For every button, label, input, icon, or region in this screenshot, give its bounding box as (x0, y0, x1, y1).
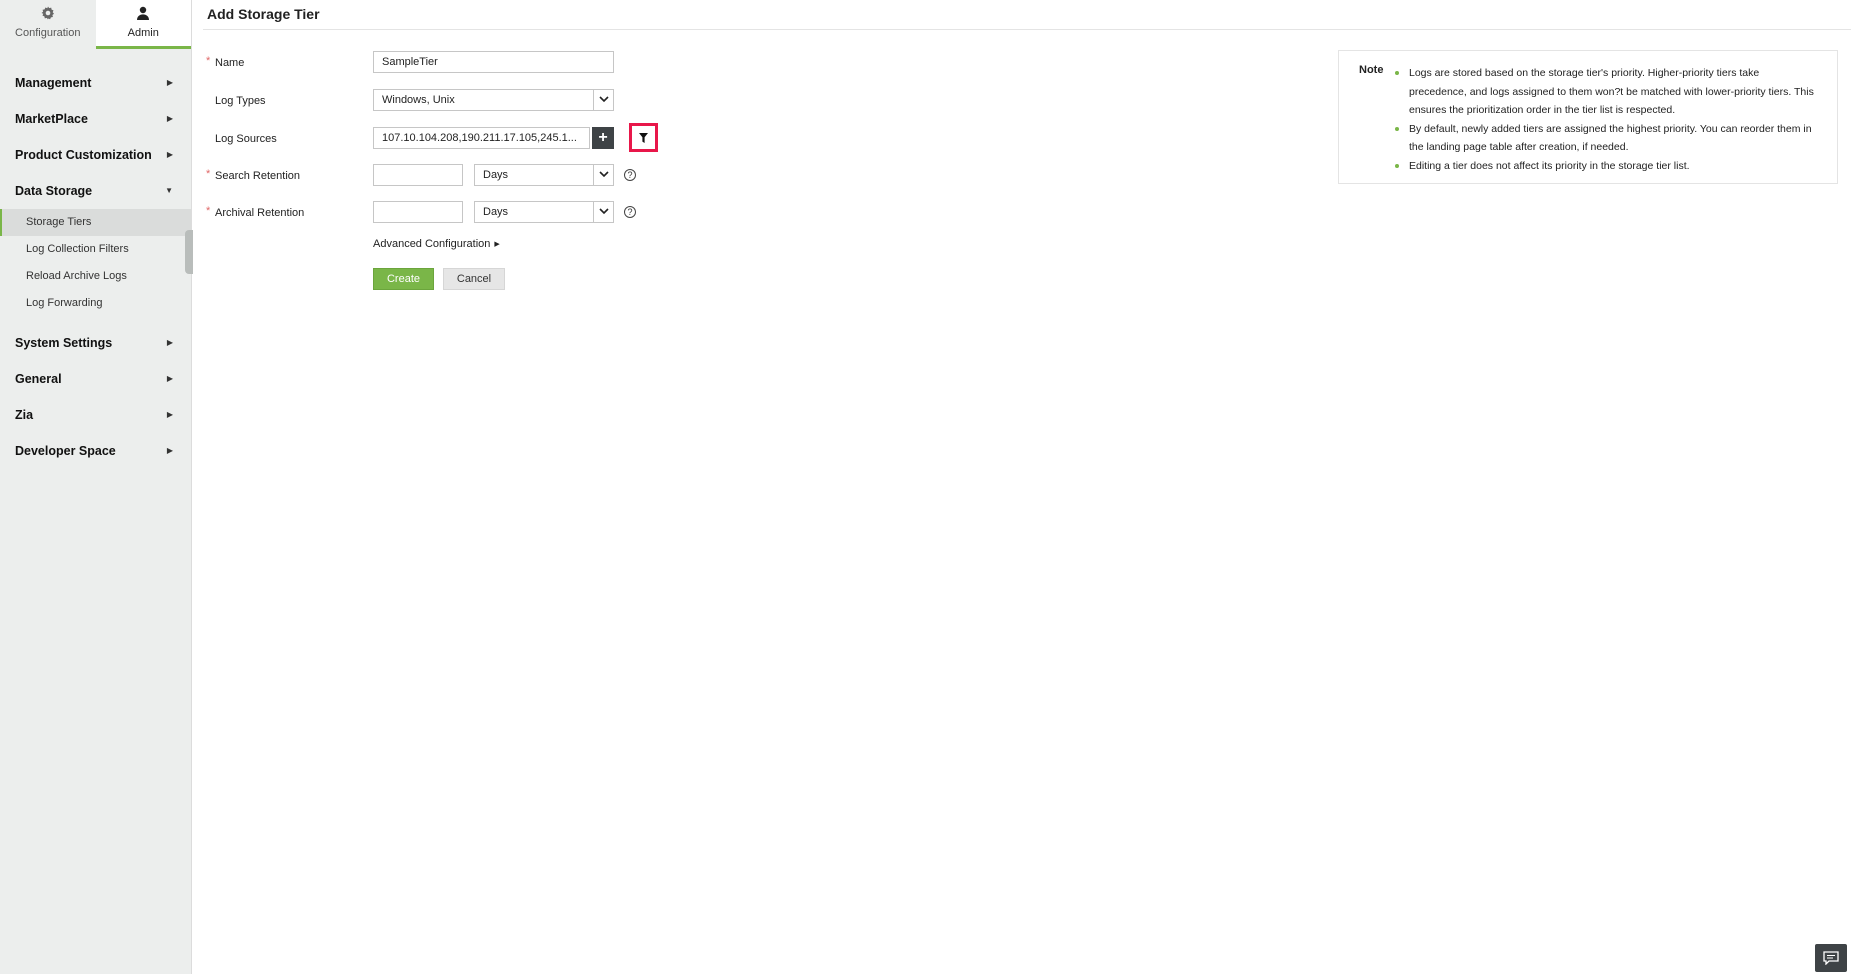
archival-retention-label: Archival Retention (215, 207, 305, 219)
create-button[interactable]: Create (373, 268, 434, 290)
required-marker: * (206, 205, 211, 217)
divider (203, 29, 1851, 30)
chevron-down-icon (593, 90, 613, 110)
caret-right-icon: ▶ (166, 446, 173, 455)
archival-retention-unit-value: Days (483, 206, 509, 218)
filter-icon (639, 133, 648, 143)
caret-right-icon: ▶ (494, 241, 500, 249)
search-retention-unit-value: Days (483, 169, 509, 181)
sidebar-item-label: Data Storage (15, 184, 93, 198)
log-types-value: Windows, Unix (382, 94, 455, 106)
note-list: Logs are stored based on the storage tie… (1395, 64, 1819, 176)
cancel-button[interactable]: Cancel (443, 268, 505, 290)
filter-button[interactable] (629, 123, 658, 152)
help-icon[interactable]: ? (624, 169, 636, 181)
note-item: By default, newly added tiers are assign… (1395, 120, 1819, 157)
sidebar-item-product-customization[interactable]: Product Customization ▶ (0, 137, 191, 173)
log-sources-row: Log Sources 107.10.104.208,190.211.17.10… (193, 123, 793, 152)
log-types-row: Log Types Windows, Unix (193, 89, 793, 113)
sidebar-item-data-storage[interactable]: Data Storage ▼ (0, 173, 191, 209)
sidebar-item-storage-tiers[interactable]: Storage Tiers (0, 209, 191, 236)
caret-right-icon: ▶ (166, 374, 173, 383)
sidebar-item-label: Product Customization (15, 148, 152, 162)
sidebar-nav: Management ▶ MarketPlace ▶ Product Custo… (0, 49, 191, 469)
main-content: Add Storage Tier * Name Log Types Window… (193, 0, 1851, 974)
sidebar-item-developer-space[interactable]: Developer Space ▶ (0, 433, 191, 469)
name-label: Name (215, 57, 245, 69)
tab-admin[interactable]: Admin (95, 0, 191, 49)
caret-right-icon: ▶ (166, 114, 173, 123)
search-retention-label: Search Retention (215, 170, 300, 182)
caret-right-icon: ▶ (166, 78, 173, 87)
chevron-down-icon (593, 202, 613, 222)
help-icon[interactable]: ? (624, 206, 636, 218)
caret-right-icon: ▶ (166, 150, 173, 159)
sidebar-item-log-collection-filters[interactable]: Log Collection Filters (0, 236, 191, 263)
sidebar-item-label: Management (15, 76, 92, 90)
required-marker: * (206, 55, 211, 67)
required-marker: * (206, 168, 211, 180)
log-types-select[interactable]: Windows, Unix (373, 89, 614, 111)
add-log-source-button[interactable]: + (592, 127, 614, 149)
name-row: * Name (193, 51, 793, 75)
sidebar-item-label: MarketPlace (15, 112, 88, 126)
sidebar: Configuration Admin Management ▶ MarketP… (0, 0, 193, 974)
tab-configuration[interactable]: Configuration (0, 0, 96, 49)
sidebar-item-label: Zia (15, 408, 34, 422)
sidebar-collapse-handle[interactable] (185, 230, 193, 274)
note-item: Logs are stored based on the storage tie… (1395, 64, 1819, 120)
advanced-configuration-label: Advanced Configuration (373, 238, 491, 250)
chevron-down-icon (593, 165, 613, 185)
sidebar-item-label: Developer Space (15, 444, 116, 458)
note-panel: Note Logs are stored based on the storag… (1338, 50, 1838, 184)
name-input[interactable] (373, 51, 614, 73)
log-sources-input[interactable]: 107.10.104.208,190.211.17.105,245.1... (373, 127, 590, 149)
data-storage-submenu: Storage Tiers Log Collection Filters Rel… (0, 209, 191, 325)
tab-admin-label: Admin (127, 27, 159, 39)
archival-retention-unit-select[interactable]: Days (474, 201, 614, 223)
sidebar-item-log-forwarding[interactable]: Log Forwarding (0, 290, 191, 317)
log-sources-value: 107.10.104.208,190.211.17.105,245.1... (382, 132, 577, 144)
log-types-label: Log Types (215, 95, 266, 107)
archival-retention-input[interactable] (373, 201, 463, 223)
caret-right-icon: ▶ (166, 338, 173, 347)
sidebar-item-marketplace[interactable]: MarketPlace ▶ (0, 101, 191, 137)
sidebar-tabs: Configuration Admin (0, 0, 191, 49)
caret-down-icon: ▼ (165, 186, 173, 195)
user-icon (133, 5, 153, 23)
sidebar-item-label: System Settings (15, 336, 113, 350)
log-sources-label: Log Sources (215, 133, 277, 145)
sidebar-item-general[interactable]: General ▶ (0, 361, 191, 397)
sidebar-item-label: General (15, 372, 62, 386)
sidebar-item-zia[interactable]: Zia ▶ (0, 397, 191, 433)
sidebar-item-system-settings[interactable]: System Settings ▶ (0, 325, 191, 361)
sidebar-item-management[interactable]: Management ▶ (0, 65, 191, 101)
note-title: Note (1359, 64, 1384, 76)
archival-retention-row: * Archival Retention Days ? (193, 201, 793, 225)
tab-configuration-label: Configuration (15, 27, 81, 39)
sidebar-item-reload-archive-logs[interactable]: Reload Archive Logs (0, 263, 191, 290)
advanced-configuration-toggle[interactable]: Advanced Configuration ▶ (373, 238, 500, 250)
note-item: Editing a tier does not affect its prior… (1395, 157, 1819, 176)
gear-icon (38, 5, 58, 23)
caret-right-icon: ▶ (166, 410, 173, 419)
search-retention-row: * Search Retention Days ? (193, 164, 793, 188)
chat-icon (1823, 951, 1839, 965)
page-title: Add Storage Tier (207, 6, 320, 22)
chat-button[interactable] (1815, 944, 1847, 972)
search-retention-input[interactable] (373, 164, 463, 186)
search-retention-unit-select[interactable]: Days (474, 164, 614, 186)
